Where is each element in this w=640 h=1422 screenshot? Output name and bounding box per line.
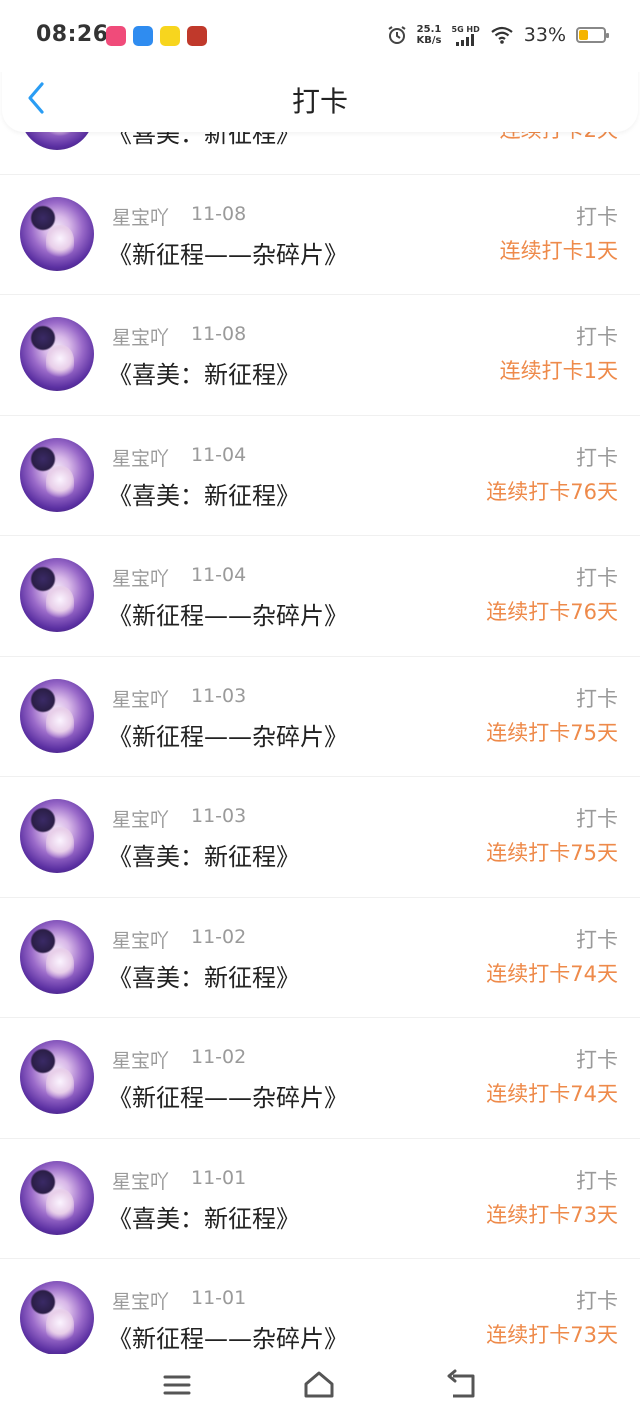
book-title: 《新征程——杂碎片》: [108, 722, 348, 751]
status-indicators: 25.1 KB/s 5G HD 33%: [387, 24, 609, 46]
streak-text: 连续打卡74天: [486, 1082, 618, 1106]
book-title: 《新征程——杂碎片》: [108, 240, 348, 269]
wifi-icon: [491, 26, 513, 44]
avatar[interactable]: [20, 799, 94, 873]
streak-text: 连续打卡75天: [486, 720, 618, 745]
status-time: 08:26: [36, 22, 109, 47]
alarm-icon: [387, 26, 406, 44]
list-item[interactable]: 星宝吖 11-02 《新征程——杂碎片》 打卡连续打卡74天: [0, 1018, 640, 1139]
list-item[interactable]: 星宝吖 11-04 《喜美：新征程》 打卡连续打卡76天: [0, 416, 640, 536]
streak-text: 连续打卡74天: [486, 961, 618, 986]
avatar[interactable]: [20, 317, 94, 391]
user-name: 星宝吖: [112, 688, 170, 711]
menu-button[interactable]: [160, 1368, 194, 1402]
network-type: 5G HD: [451, 24, 480, 34]
checkin-type: 打卡: [576, 204, 618, 229]
book-title: 《新征程——杂碎片》: [108, 1325, 348, 1353]
checkin-date: 11-03: [191, 684, 247, 707]
user-name: 星宝吖: [112, 809, 170, 831]
checkin-type: 打卡: [576, 927, 618, 952]
home-icon: [304, 1371, 334, 1398]
net-speed-value: 25.1: [416, 24, 442, 35]
user-name: 星宝吖: [112, 1050, 170, 1072]
book-title: 《喜美：新征程》: [108, 963, 300, 992]
user-name: 星宝吖: [112, 929, 170, 952]
net-speed-unit: KB/s: [416, 35, 442, 46]
list-item[interactable]: 星宝吖 11-03 《新征程——杂碎片》 打卡连续打卡75天: [0, 657, 640, 777]
back-icon: [447, 1369, 475, 1398]
checkin-date: 11-02: [191, 925, 247, 948]
bluecheck-app-icon: [133, 26, 153, 46]
checkin-list: 星宝吖《喜美：新征程》连续打卡2天星宝吖11-08《新征程——杂碎片》打卡连续打…: [0, 54, 640, 1380]
streak-text: 连续打卡73天: [486, 1323, 618, 1347]
book-title: 《喜美：新征程》: [108, 361, 300, 389]
avatar[interactable]: [20, 437, 94, 512]
streak-text: 连续打卡1天: [499, 238, 618, 263]
signal-bars-icon: [455, 33, 474, 46]
system-nav-bar: [0, 1354, 640, 1422]
notification-app-icons: [106, 26, 207, 46]
book-title: 《喜美：新征程》: [108, 481, 300, 510]
streak-text: 连续打卡75天: [486, 841, 618, 865]
avatar[interactable]: [20, 1281, 94, 1355]
checkin-date: 11-03: [191, 805, 247, 827]
user-name: 星宝吖: [112, 1291, 170, 1313]
checkin-type: 打卡: [576, 807, 618, 831]
status-bar: 08:26 25.1 KB/s 5G HD 33%: [0, 0, 640, 72]
menu-icon: [163, 1375, 191, 1395]
signal-block: 5G HD: [452, 25, 480, 46]
user-name: 星宝吖: [112, 327, 170, 349]
list-item[interactable]: 星宝吖 11-08 《新征程——杂碎片》 打卡连续打卡1天: [0, 175, 640, 295]
book-title: 《新征程——杂碎片》: [108, 1084, 348, 1112]
user-name: 星宝吖: [112, 447, 170, 470]
streak-text: 连续打卡1天: [499, 359, 618, 383]
book-title: 《喜美：新征程》: [108, 843, 300, 871]
checkin-type: 打卡: [576, 566, 618, 590]
avatar[interactable]: [20, 558, 94, 632]
checkin-type: 打卡: [576, 325, 618, 349]
checkin-date: 11-04: [191, 564, 247, 586]
checkin-date: 11-08: [191, 202, 247, 225]
streak-text: 连续打卡76天: [486, 479, 618, 504]
checkin-date: 11-08: [191, 323, 247, 345]
nav-back-button[interactable]: [445, 1368, 479, 1402]
book-title: 《新征程——杂碎片》: [108, 602, 348, 630]
net-speed: 25.1 KB/s: [417, 24, 442, 46]
checkin-date: 11-02: [191, 1046, 247, 1068]
checkin-type: 打卡: [576, 445, 618, 470]
streak-text: 连续打卡73天: [486, 1202, 618, 1227]
user-name: 星宝吖: [112, 568, 170, 590]
smile-app-icon: [160, 26, 180, 46]
checkin-type: 打卡: [576, 1048, 618, 1072]
list-item[interactable]: 星宝吖 11-03 《喜美：新征程》 打卡连续打卡75天: [0, 777, 640, 898]
streak-text: 连续打卡76天: [486, 600, 618, 624]
user-name: 星宝吖: [112, 206, 170, 229]
battery-icon: [576, 27, 609, 43]
avatar[interactable]: [20, 196, 94, 271]
avatar[interactable]: [20, 919, 94, 994]
checkin-date: 11-01: [191, 1166, 247, 1189]
battery-fill: [579, 30, 588, 40]
checkin-type: 打卡: [576, 1289, 618, 1313]
page-title: 打卡: [291, 85, 348, 118]
game-app-icon: [187, 26, 207, 46]
checkin-date: 11-04: [191, 443, 247, 466]
user-name: 星宝吖: [112, 1170, 170, 1193]
avatar[interactable]: [20, 678, 94, 753]
avatar[interactable]: [20, 1160, 94, 1235]
battery-percent: 33%: [523, 24, 566, 46]
checkin-date: 11-01: [191, 1287, 247, 1309]
checkin-type: 打卡: [576, 686, 618, 711]
lofter-app-icon: [106, 26, 126, 46]
list-item[interactable]: 星宝吖 11-02 《喜美：新征程》 打卡连续打卡74天: [0, 898, 640, 1018]
book-title: 《喜美：新征程》: [108, 1204, 300, 1233]
header: 打卡: [2, 62, 638, 132]
home-button[interactable]: [302, 1368, 336, 1402]
list-item[interactable]: 星宝吖 11-08 《喜美：新征程》 打卡连续打卡1天: [0, 295, 640, 416]
list-item[interactable]: 星宝吖 11-01 《喜美：新征程》 打卡连续打卡73天: [0, 1139, 640, 1259]
checkin-type: 打卡: [576, 1168, 618, 1193]
avatar[interactable]: [20, 1040, 94, 1114]
list-item[interactable]: 星宝吖 11-04 《新征程——杂碎片》 打卡连续打卡76天: [0, 536, 640, 657]
